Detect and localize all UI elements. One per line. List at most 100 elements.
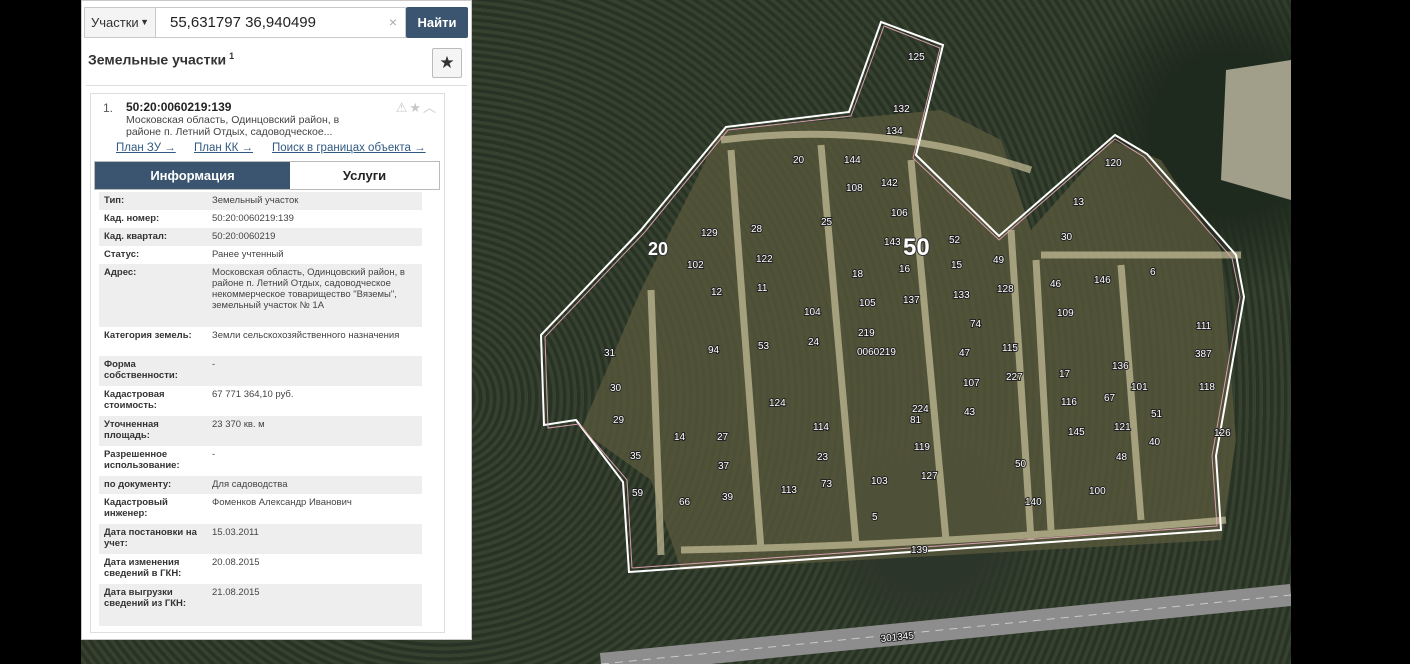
search-query: 55,631797 36,940499 (170, 14, 316, 31)
search-bar: Участки ▼ 55,631797 36,940499 × Найти (84, 7, 469, 38)
info-row: Дата постановки на учет: 15.03.2011 (99, 524, 422, 554)
plot-number-label: 67 (1104, 393, 1116, 404)
plot-number-label: 127 (921, 471, 938, 482)
plot-number-label: 12 (711, 287, 723, 298)
info-value: 23 370 кв. м (212, 419, 265, 430)
plot-number-label: 115 (1002, 343, 1018, 354)
plot-number-label: 50 (1015, 459, 1027, 470)
info-key: Уточненная площадь: (104, 419, 159, 441)
plot-number-label: 145 (1068, 427, 1085, 438)
plot-number-label: 111 (1196, 321, 1212, 332)
clear-icon[interactable]: × (389, 8, 397, 37)
favorites-button[interactable]: ★ (432, 48, 462, 78)
plot-number-label: 143 (884, 237, 901, 248)
plot-number-label: 49 (993, 255, 1005, 266)
plot-number-label: 74 (970, 319, 982, 330)
plot-number-label: 31 (604, 348, 616, 359)
plot-number-label: 107 (963, 378, 980, 389)
plot-number-label: 16 (899, 264, 911, 275)
info-key: Кад. номер: (104, 213, 160, 224)
cadastral-number-link[interactable]: 50:20:0060219:139 (126, 100, 231, 114)
plot-number-label: 119 (914, 442, 930, 453)
info-value: 50:20:0060219 (212, 231, 276, 242)
plot-number-label: 116 (1061, 397, 1077, 408)
plot-number-label: 27 (717, 432, 729, 443)
plot-number-label: 18 (852, 269, 864, 280)
plot-number-label: 66 (679, 497, 691, 508)
info-value: 15.03.2011 (212, 527, 259, 538)
plot-number-label: 108 (846, 183, 863, 194)
info-row: Уточненная площадь: 23 370 кв. м (99, 416, 422, 446)
info-key: Кадастровая стоимость: (104, 389, 165, 411)
info-row: Дата выгрузки сведений из ГКН: 21.08.2015 (99, 584, 422, 626)
search-input[interactable]: 55,631797 36,940499 × (156, 7, 406, 38)
panel-title-text: Земельные участки (88, 51, 227, 68)
plot-number-label: 40 (1149, 437, 1161, 448)
plot-number-label: 73 (821, 479, 833, 490)
plot-number-label: 81 (910, 415, 922, 426)
info-value: 21.08.2015 (212, 587, 260, 598)
result-index: 1. (103, 101, 114, 115)
plot-number-label: 121 (1114, 422, 1131, 433)
search-type-dropdown[interactable]: Участки ▼ (84, 7, 156, 38)
info-row: по документу: Для садоводства (99, 476, 422, 494)
plot-number-label: 136 (1112, 361, 1129, 372)
info-value: 50:20:0060219:139 (212, 213, 294, 224)
plot-number-label: 113 (781, 485, 797, 496)
tab-information[interactable]: Информация (95, 162, 290, 189)
plan-zu-link[interactable]: План ЗУ → (116, 142, 176, 154)
result-action-icons[interactable]: ⚠★︿ (396, 97, 438, 116)
plot-number-label: 137 (903, 295, 920, 306)
plot-number-label: 102 (687, 260, 704, 271)
plot-number-label: 30 (1061, 232, 1073, 243)
chevron-down-icon: ▼ (140, 17, 149, 27)
info-key: Кад. квартал: (104, 231, 168, 242)
plot-number-label: 35 (630, 451, 642, 462)
plot-number-label: 14 (674, 432, 686, 443)
search-in-bounds-link[interactable]: Поиск в границах объекта → (272, 142, 426, 154)
boundary-label: 139 (911, 545, 928, 556)
info-key: Кадастровый инженер: (104, 497, 168, 519)
info-value: Для садоводства (212, 479, 288, 490)
result-address: Московская область, Одинцовский район, в… (126, 114, 340, 138)
info-row: Кад. номер: 50:20:0060219:139 (99, 210, 422, 228)
plot-number-label: 101 (1131, 382, 1148, 393)
star-icon: ★ (439, 53, 455, 72)
plot-number-label: 103 (871, 476, 888, 487)
info-panel: Участки ▼ 55,631797 36,940499 × Найти Зе… (81, 0, 472, 640)
plot-number-label: 94 (708, 345, 720, 356)
info-key: Категория земель: (104, 330, 192, 341)
plan-kk-link[interactable]: План КК → (194, 142, 253, 154)
plot-number-label: 133 (953, 290, 970, 301)
plot-number-label: 124 (769, 398, 786, 409)
info-row: Кадастровая стоимость: 67 771 364,10 руб. (99, 386, 422, 416)
info-value: 67 771 364,10 руб. (212, 389, 294, 400)
plot-number-label: 23 (817, 452, 829, 463)
plot-number-label: 118 (1199, 382, 1215, 393)
plot-number-label: 25 (821, 217, 833, 228)
plot-number-label: 105 (859, 298, 876, 309)
info-row: Кадастровый инженер: Фоменков Александр И… (99, 494, 422, 524)
plot-number-label: 104 (804, 307, 821, 318)
plot-number-label: 15 (951, 260, 963, 271)
info-key: Адрес: (104, 267, 137, 278)
search-button[interactable]: Найти (406, 7, 468, 38)
panel-title: Земельные участки 1 (88, 51, 234, 68)
info-row: Категория земель: Земли сельскохозяйствен… (99, 327, 422, 356)
plot-number-label: 106 (891, 208, 908, 219)
plot-number-label: 17 (1059, 369, 1071, 380)
info-key: Дата изменения сведений в ГКН: (104, 557, 182, 579)
info-key: Разрешенное использование: (104, 449, 180, 471)
plot-number-label: 129 (701, 228, 718, 239)
plot-number-label: 48 (1116, 452, 1128, 463)
info-key: Тип: (104, 195, 125, 206)
big-label-50: 50 (903, 234, 930, 261)
plot-number-label: 227 (1006, 372, 1023, 383)
plot-number-label: 219 (858, 328, 875, 339)
plot-number-label: 120 (1105, 158, 1122, 169)
plot-number-label: 122 (756, 254, 773, 265)
tab-services[interactable]: Услуги (290, 162, 439, 189)
plot-number-label: 387 (1195, 349, 1212, 360)
plot-number-label: 39 (722, 492, 734, 503)
plot-number-label: 59 (632, 488, 644, 499)
